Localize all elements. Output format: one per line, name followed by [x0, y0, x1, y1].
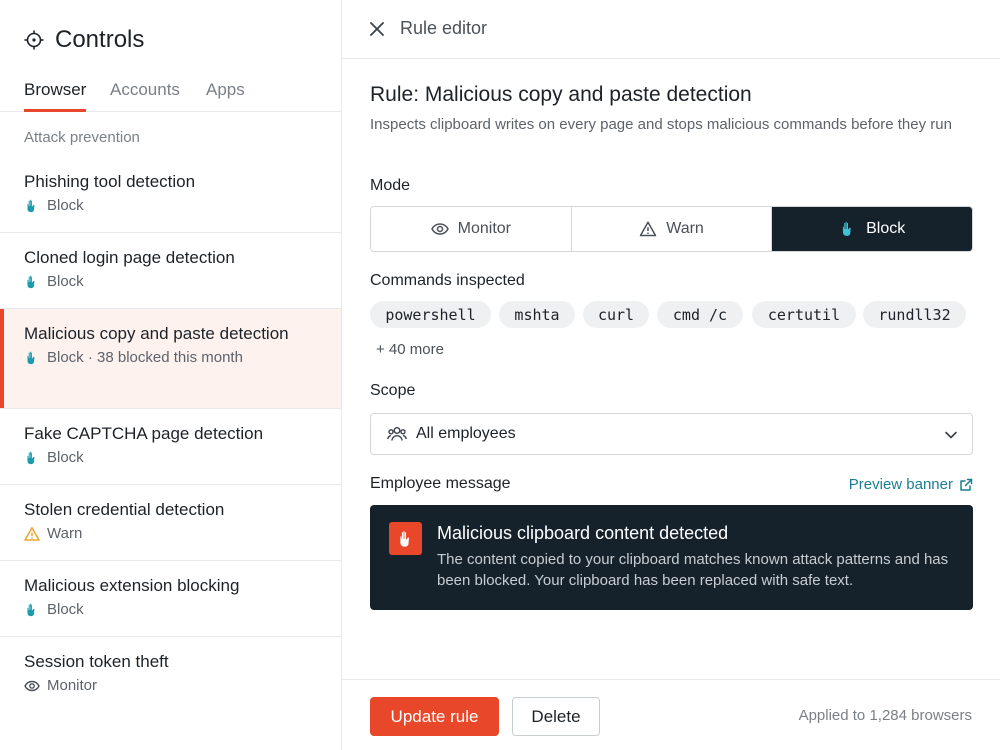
rule-status: Block: [24, 449, 317, 466]
command-chip: curl: [583, 301, 649, 328]
rule-list: Phishing tool detection Block Cloned log…: [0, 157, 341, 713]
rule-item-phishing-tool-detection[interactable]: Phishing tool detection Block: [0, 157, 341, 233]
mode-warn-button[interactable]: Warn: [571, 207, 773, 251]
hand-icon: [27, 603, 35, 616]
rule-status: Block: [24, 197, 317, 214]
rule-item-malicious-copy-paste-detection[interactable]: Malicious copy and paste detection Block…: [0, 309, 341, 409]
command-chips: powershell mshta curl cmd /c certutil ru…: [370, 301, 990, 329]
editor-footer: Update rule Delete Applied to 1,284 brow…: [342, 679, 1000, 750]
rule-status: Monitor: [24, 677, 317, 694]
rule-item-stolen-credential-detection[interactable]: Stolen credential detection Warn: [0, 485, 341, 561]
commands-label: Commands inspected: [370, 272, 525, 289]
banner-title: Malicious clipboard content detected: [437, 523, 729, 543]
mode-monitor-button[interactable]: Monitor: [371, 207, 572, 251]
banner-icon-box: [389, 522, 422, 555]
banner-body: The content copied to your clipboard mat…: [437, 551, 949, 589]
hand-icon: [27, 275, 35, 288]
eye-icon: [24, 680, 40, 691]
panel-title: Rule editor: [400, 18, 488, 38]
rule-title: Rule: Malicious copy and paste detection: [370, 83, 752, 106]
preview-banner-label: Preview banner: [848, 476, 953, 493]
sidebar-header: Controls: [24, 26, 144, 54]
rule-name: Session token theft: [24, 652, 169, 671]
rule-status-label: Warn: [47, 525, 83, 542]
hand-icon: [27, 451, 35, 464]
command-chip: mshta: [499, 301, 575, 328]
close-icon[interactable]: [368, 20, 386, 38]
tab-apps[interactable]: Apps: [206, 80, 245, 112]
hand-icon: [27, 351, 35, 364]
warning-icon: [24, 526, 40, 541]
rule-status-label: Block · 38 blocked this month: [47, 349, 243, 366]
hand-icon: [843, 221, 851, 236]
mode-selector: Monitor Warn Block: [370, 206, 973, 252]
mode-warn-label: Warn: [666, 220, 704, 237]
rule-editor-panel: Rule editor Rule: Malicious copy and pas…: [342, 0, 1000, 750]
mode-block-label: Block: [866, 220, 906, 237]
rule-name: Malicious copy and paste detection: [24, 324, 289, 343]
people-icon: [387, 427, 407, 441]
update-rule-button[interactable]: Update rule: [370, 697, 499, 736]
delete-button[interactable]: Delete: [512, 697, 600, 736]
command-chip: cmd /c: [657, 301, 743, 328]
panel-header: Rule editor: [342, 0, 1000, 59]
section-label: Attack prevention: [24, 129, 140, 146]
hand-icon: [27, 199, 35, 212]
rule-status: Block: [24, 273, 317, 290]
tab-accounts[interactable]: Accounts: [110, 80, 180, 112]
rule-status-label: Monitor: [47, 677, 98, 694]
rule-status: Block: [24, 601, 317, 618]
rule-name: Phishing tool detection: [24, 172, 196, 191]
rule-status-label: Block: [47, 601, 84, 618]
rule-status-label: Block: [47, 273, 84, 290]
command-chip: certutil: [752, 301, 856, 328]
chevron-down-icon: [945, 431, 957, 439]
rule-name: Stolen credential detection: [24, 500, 225, 519]
employee-message-banner: Malicious clipboard content detected The…: [370, 505, 973, 610]
sidebar-tabs: Browser Accounts Apps: [0, 78, 341, 112]
crosshair-icon: [24, 30, 44, 50]
rule-item-malicious-extension-blocking[interactable]: Malicious extension blocking Block: [0, 561, 341, 637]
sidebar-title: Controls: [55, 26, 145, 53]
rule-status-label: Block: [47, 197, 84, 214]
rule-name: Malicious extension blocking: [24, 576, 240, 595]
rule-item-cloned-login-page-detection[interactable]: Cloned login page detection Block: [0, 233, 341, 309]
rule-status-label: Block: [47, 449, 84, 466]
scope-value: All employees: [416, 425, 516, 442]
external-link-icon: [960, 478, 973, 491]
rule-name: Fake CAPTCHA page detection: [24, 424, 264, 443]
scope-label: Scope: [370, 382, 416, 399]
rule-description: Inspects clipboard writes on every page …: [370, 116, 952, 133]
tab-browser[interactable]: Browser: [24, 80, 87, 112]
command-chip: powershell: [370, 301, 491, 328]
mode-monitor-label: Monitor: [457, 220, 512, 237]
warning-icon: [639, 221, 657, 237]
mode-block-button[interactable]: Block: [772, 207, 972, 251]
eye-icon: [430, 223, 449, 235]
applied-count: Applied to 1,284 browsers: [798, 707, 972, 724]
sidebar: Controls Browser Accounts Apps Attack pr…: [0, 0, 342, 750]
mode-label: Mode: [370, 177, 411, 194]
employee-message-label: Employee message: [370, 475, 511, 492]
rule-item-fake-captcha-page-detection[interactable]: Fake CAPTCHA page detection Block: [0, 409, 341, 485]
command-chip: rundll32: [863, 301, 966, 328]
scope-select[interactable]: All employees: [370, 413, 973, 455]
rule-name: Cloned login page detection: [24, 248, 235, 267]
more-commands-link[interactable]: + 40 more: [376, 341, 444, 358]
rule-item-session-token-theft[interactable]: Session token theft Monitor: [0, 637, 341, 713]
rule-status: Block · 38 blocked this month: [24, 349, 317, 366]
rule-status: Warn: [24, 525, 317, 542]
preview-banner-link[interactable]: Preview banner: [849, 476, 973, 493]
hand-icon: [399, 530, 409, 547]
